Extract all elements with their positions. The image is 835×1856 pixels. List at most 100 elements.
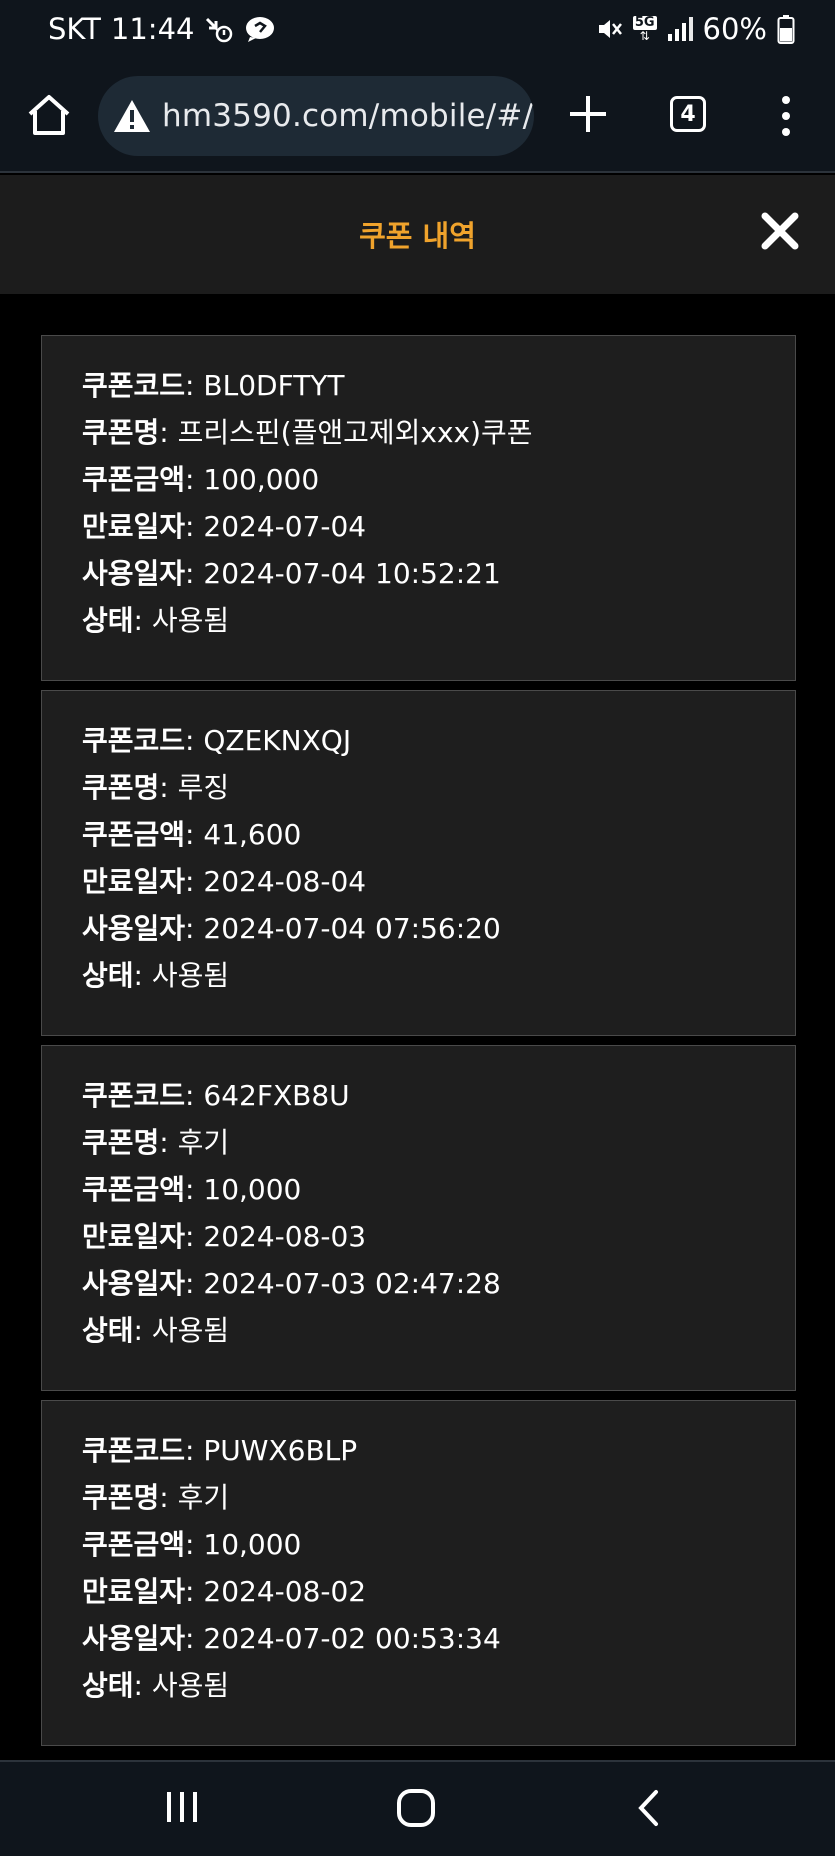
coupon-name-label: 쿠폰명 [82,1126,160,1159]
expiry-date-row: 만료일자: 2024-07-04 [82,510,367,543]
close-icon[interactable] [760,211,800,251]
status-value: 사용됨 [151,959,230,992]
coupon-name-label: 쿠폰명 [82,1481,160,1514]
address-bar[interactable]: hm3590.com/mobile/#/ [98,76,534,156]
battery-percent: 60% [702,12,767,46]
clock: 11:44 [110,12,195,46]
page-header: 쿠폰 내역 [0,175,835,294]
coupon-name-value: 후기 [177,1481,230,1514]
coupon-name-value: 루징 [177,771,230,804]
expiry-date-label: 만료일자 [82,1220,186,1253]
network-badge: 5G ⇅ [632,15,657,43]
carrier-label: SKT [48,12,101,46]
used-date-value: 2024-07-04 07:56:20 [203,912,501,945]
status-bar: SKT 11:44 5G ⇅ 60% [0,0,835,60]
used-date-row: 사용일자: 2024-07-04 07:56:20 [82,912,501,945]
expiry-date-row: 만료일자: 2024-08-04 [82,865,367,898]
coupon-amount-row: 쿠폰금액: 10,000 [82,1173,302,1206]
coupon-name-row: 쿠폰명: 루징 [82,771,230,804]
coupon-amount-label: 쿠폰금액 [82,1173,186,1206]
status-label: 상태 [82,604,134,637]
new-tab-icon[interactable] [566,92,610,136]
coupon-code-value: QZEKNXQJ [203,724,352,757]
missed-call-icon [206,17,233,43]
used-date-label: 사용일자 [82,557,186,590]
expiry-date-label: 만료일자 [82,1575,186,1608]
status-row: 상태: 사용됨 [82,1669,230,1702]
used-date-label: 사용일자 [82,912,186,945]
coupon-amount-label: 쿠폰금액 [82,463,186,496]
tab-count: 4 [680,101,696,127]
coupon-code-value: BL0DFTYT [203,369,345,402]
used-date-value: 2024-07-02 00:53:34 [203,1622,501,1655]
recent-apps-icon[interactable] [164,1790,200,1824]
coupon-name-value: 프리스핀(플앤고제외xxx)쿠폰 [177,416,533,449]
expiry-date-value: 2024-07-04 [203,510,367,543]
signal-icon [667,17,693,41]
status-label: 상태 [82,959,134,992]
used-date-label: 사용일자 [82,1622,186,1655]
more-menu-icon[interactable] [774,94,798,138]
battery-icon [777,15,795,44]
messenger-icon [246,17,275,42]
coupon-amount-row: 쿠폰금액: 41,600 [82,818,302,851]
coupon-list: 쿠폰코드: BL0DFTYT 쿠폰명: 프리스핀(플앤고제외xxx)쿠폰 쿠폰금… [41,335,796,1755]
used-date-row: 사용일자: 2024-07-03 02:47:28 [82,1267,501,1300]
coupon-name-label: 쿠폰명 [82,771,160,804]
url-text[interactable]: hm3590.com/mobile/#/ [162,98,533,134]
status-row: 상태: 사용됨 [82,959,230,992]
coupon-amount-row: 쿠폰금액: 100,000 [82,463,320,496]
coupon-code-row: 쿠폰코드: 642FXB8U [82,1079,350,1112]
status-row: 상태: 사용됨 [82,1314,230,1347]
coupon-code-row: 쿠폰코드: PUWX6BLP [82,1434,358,1467]
coupon-card: 쿠폰코드: BL0DFTYT 쿠폰명: 프리스핀(플앤고제외xxx)쿠폰 쿠폰금… [41,335,796,681]
status-row: 상태: 사용됨 [82,604,230,637]
status-label: 상태 [82,1669,134,1702]
coupon-amount-label: 쿠폰금액 [82,818,186,851]
used-date-row: 사용일자: 2024-07-02 00:53:34 [82,1622,501,1655]
expiry-date-row: 만료일자: 2024-08-02 [82,1575,367,1608]
coupon-card: 쿠폰코드: PUWX6BLP 쿠폰명: 후기 쿠폰금액: 10,000 만료일자… [41,1400,796,1746]
coupon-amount-value: 10,000 [203,1173,302,1206]
coupon-name-value: 후기 [177,1126,230,1159]
expiry-date-value: 2024-08-03 [203,1220,367,1253]
page-title: 쿠폰 내역 [359,219,476,253]
coupon-amount-label: 쿠폰금액 [82,1528,186,1561]
used-date-label: 사용일자 [82,1267,186,1300]
used-date-value: 2024-07-03 02:47:28 [203,1267,501,1300]
expiry-date-label: 만료일자 [82,865,186,898]
expiry-date-label: 만료일자 [82,510,186,543]
coupon-code-label: 쿠폰코드 [82,724,186,757]
status-value: 사용됨 [151,604,230,637]
coupon-name-row: 쿠폰명: 후기 [82,1126,230,1159]
status-label: 상태 [82,1314,134,1347]
coupon-name-label: 쿠폰명 [82,416,160,449]
coupon-name-row: 쿠폰명: 프리스핀(플앤고제외xxx)쿠폰 [82,416,533,449]
used-date-value: 2024-07-04 10:52:21 [203,557,501,590]
tab-switcher-button[interactable]: 4 [670,96,706,132]
system-nav-bar [0,1760,835,1856]
coupon-amount-value: 100,000 [203,463,320,496]
status-value: 사용됨 [151,1669,230,1702]
coupon-code-value: PUWX6BLP [203,1434,358,1467]
coupon-code-row: 쿠폰코드: QZEKNXQJ [82,724,352,757]
coupon-card: 쿠폰코드: 642FXB8U 쿠폰명: 후기 쿠폰금액: 10,000 만료일자… [41,1045,796,1391]
mute-icon [598,20,622,38]
browser-toolbar: hm3590.com/mobile/#/ 4 [0,60,835,173]
coupon-amount-value: 10,000 [203,1528,302,1561]
coupon-amount-value: 41,600 [203,818,302,851]
coupon-code-label: 쿠폰코드 [82,369,186,402]
expiry-date-value: 2024-08-04 [203,865,367,898]
back-icon[interactable] [636,1788,660,1828]
coupon-card: 쿠폰코드: QZEKNXQJ 쿠폰명: 루징 쿠폰금액: 41,600 만료일자… [41,690,796,1036]
warning-icon[interactable] [112,98,152,134]
status-value: 사용됨 [151,1314,230,1347]
coupon-name-row: 쿠폰명: 후기 [82,1481,230,1514]
expiry-date-row: 만료일자: 2024-08-03 [82,1220,367,1253]
coupon-code-label: 쿠폰코드 [82,1079,186,1112]
coupon-code-label: 쿠폰코드 [82,1434,186,1467]
coupon-code-row: 쿠폰코드: BL0DFTYT [82,369,345,402]
coupon-code-value: 642FXB8U [203,1079,350,1112]
home-nav-icon[interactable] [396,1788,436,1828]
home-icon[interactable] [26,92,72,138]
